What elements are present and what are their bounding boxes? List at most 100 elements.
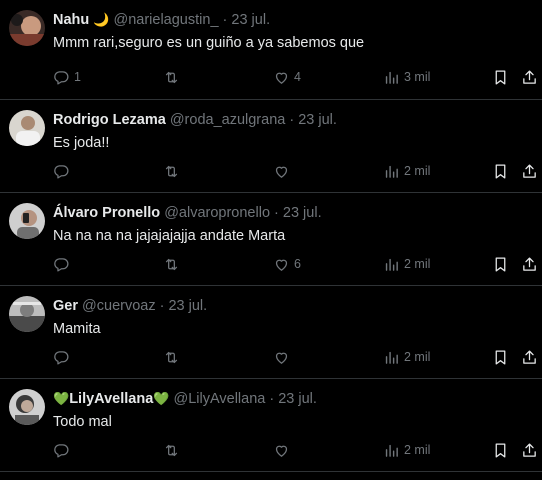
reply-button[interactable] — [53, 440, 74, 460]
reply-count: 1 — [74, 70, 81, 84]
retweet-button[interactable] — [163, 161, 184, 181]
tweet-actions: 2 mil — [0, 347, 542, 367]
share-icon — [521, 69, 538, 86]
like-button[interactable] — [273, 347, 294, 367]
views-count: 2 mil — [404, 443, 431, 457]
share-icon — [521, 349, 538, 366]
avatar[interactable] — [9, 389, 45, 425]
bookmark-button[interactable] — [492, 67, 509, 87]
tweet-header: Ger @cuervoaz · 23 jul. — [53, 297, 207, 315]
views-button[interactable]: 2 mil — [383, 161, 430, 181]
reply-icon — [53, 442, 70, 459]
tweet-date[interactable]: · 23 jul. — [274, 205, 322, 221]
views-icon — [383, 69, 400, 86]
retweet-button[interactable] — [163, 67, 184, 87]
reply-button[interactable] — [53, 347, 74, 367]
avatar[interactable] — [9, 296, 45, 332]
author-name[interactable]: Nahu — [53, 12, 89, 28]
views-icon — [383, 349, 400, 366]
like-button[interactable] — [273, 161, 294, 181]
retweet-icon — [163, 349, 180, 366]
reply-button[interactable] — [53, 254, 74, 274]
like-button[interactable]: 4 — [273, 67, 301, 87]
tweet-actions: 2 mil — [0, 440, 542, 460]
views-count: 2 mil — [404, 350, 431, 364]
tweet-header: 💚LilyAvellana💚 @LilyAvellana · 23 jul. — [53, 390, 317, 408]
like-count: 6 — [294, 257, 301, 271]
avatar[interactable] — [9, 203, 45, 239]
retweet-button[interactable] — [163, 440, 184, 460]
share-icon — [521, 256, 538, 273]
views-button[interactable]: 2 mil — [383, 254, 430, 274]
views-count: 2 mil — [404, 164, 431, 178]
author-handle[interactable]: @roda_azulgrana — [170, 112, 286, 128]
author-name[interactable]: Ger — [53, 298, 78, 314]
author-name[interactable]: LilyAvellana — [69, 391, 153, 407]
like-count: 4 — [294, 70, 301, 84]
tweet-date[interactable]: · 23 jul. — [289, 112, 337, 128]
bookmark-button[interactable] — [492, 440, 509, 460]
reply-button[interactable]: 1 — [53, 67, 81, 87]
author-name[interactable]: Álvaro Pronello — [53, 205, 160, 221]
retweet-icon — [163, 163, 180, 180]
replies-feed: Nahu 🌙 @narielagustin_ · 23 jul. Mmm rar… — [0, 0, 542, 480]
author-handle[interactable]: @narielagustin_ — [114, 12, 219, 28]
tweet-date[interactable]: · 23 jul. — [223, 12, 271, 28]
avatar[interactable] — [9, 10, 45, 46]
bookmark-button[interactable] — [492, 254, 509, 274]
tweet-actions: 1 4 3 mil — [0, 67, 542, 87]
tweet-text: Mamita — [53, 321, 101, 337]
share-icon — [521, 163, 538, 180]
share-button[interactable] — [521, 67, 538, 87]
views-icon — [383, 163, 400, 180]
views-count: 3 mil — [404, 70, 431, 84]
reply-icon — [53, 69, 70, 86]
bookmark-icon — [492, 349, 509, 366]
tweet-text: Mmm rari,seguro es un guiño a ya sabemos… — [53, 35, 365, 51]
views-count: 2 mil — [404, 257, 431, 271]
retweet-icon — [163, 256, 180, 273]
reply-icon — [53, 349, 70, 366]
share-button[interactable] — [521, 347, 538, 367]
avatar[interactable] — [9, 110, 45, 146]
heart-icon — [273, 256, 290, 273]
heart-icon — [273, 349, 290, 366]
green-heart-icon: 💚 — [153, 391, 170, 406]
like-button[interactable] — [273, 440, 294, 460]
like-button[interactable]: 6 — [273, 254, 301, 274]
tweet-header: Rodrigo Lezama @roda_azulgrana · 23 jul. — [53, 111, 337, 129]
name-emoji: 🌙 — [93, 12, 110, 27]
views-icon — [383, 442, 400, 459]
tweet[interactable]: Ger @cuervoaz · 23 jul. Mamita 2 mil — [0, 286, 542, 379]
heart-icon — [273, 163, 290, 180]
retweet-button[interactable] — [163, 254, 184, 274]
share-button[interactable] — [521, 440, 538, 460]
views-icon — [383, 256, 400, 273]
tweet-header: Álvaro Pronello @alvaropronello · 23 jul… — [53, 204, 322, 222]
tweet[interactable]: Álvaro Pronello @alvaropronello · 23 jul… — [0, 193, 542, 286]
tweet-date[interactable]: · 23 jul. — [160, 298, 208, 314]
author-handle[interactable]: @LilyAvellana — [174, 391, 266, 407]
tweet[interactable]: Nahu 🌙 @narielagustin_ · 23 jul. Mmm rar… — [0, 0, 542, 100]
tweet[interactable]: 💚LilyAvellana💚 @LilyAvellana · 23 jul. T… — [0, 379, 542, 472]
reply-button[interactable] — [53, 161, 74, 181]
views-button[interactable]: 2 mil — [383, 440, 430, 460]
bookmark-button[interactable] — [492, 347, 509, 367]
views-button[interactable]: 3 mil — [383, 67, 430, 87]
bookmark-button[interactable] — [492, 161, 509, 181]
retweet-button[interactable] — [163, 347, 184, 367]
retweet-icon — [163, 69, 180, 86]
green-heart-icon: 💚 — [53, 391, 70, 406]
share-button[interactable] — [521, 254, 538, 274]
author-name[interactable]: Rodrigo Lezama — [53, 112, 166, 128]
bookmark-icon — [492, 69, 509, 86]
tweet-text: Todo mal — [53, 414, 112, 430]
views-button[interactable]: 2 mil — [383, 347, 430, 367]
share-button[interactable] — [521, 161, 538, 181]
author-handle[interactable]: @cuervoaz — [82, 298, 156, 314]
tweet[interactable]: Rodrigo Lezama @roda_azulgrana · 23 jul.… — [0, 100, 542, 193]
tweet-date[interactable]: · 23 jul. — [269, 391, 317, 407]
author-handle[interactable]: @alvaropronello — [164, 205, 270, 221]
bookmark-icon — [492, 163, 509, 180]
reply-icon — [53, 163, 70, 180]
